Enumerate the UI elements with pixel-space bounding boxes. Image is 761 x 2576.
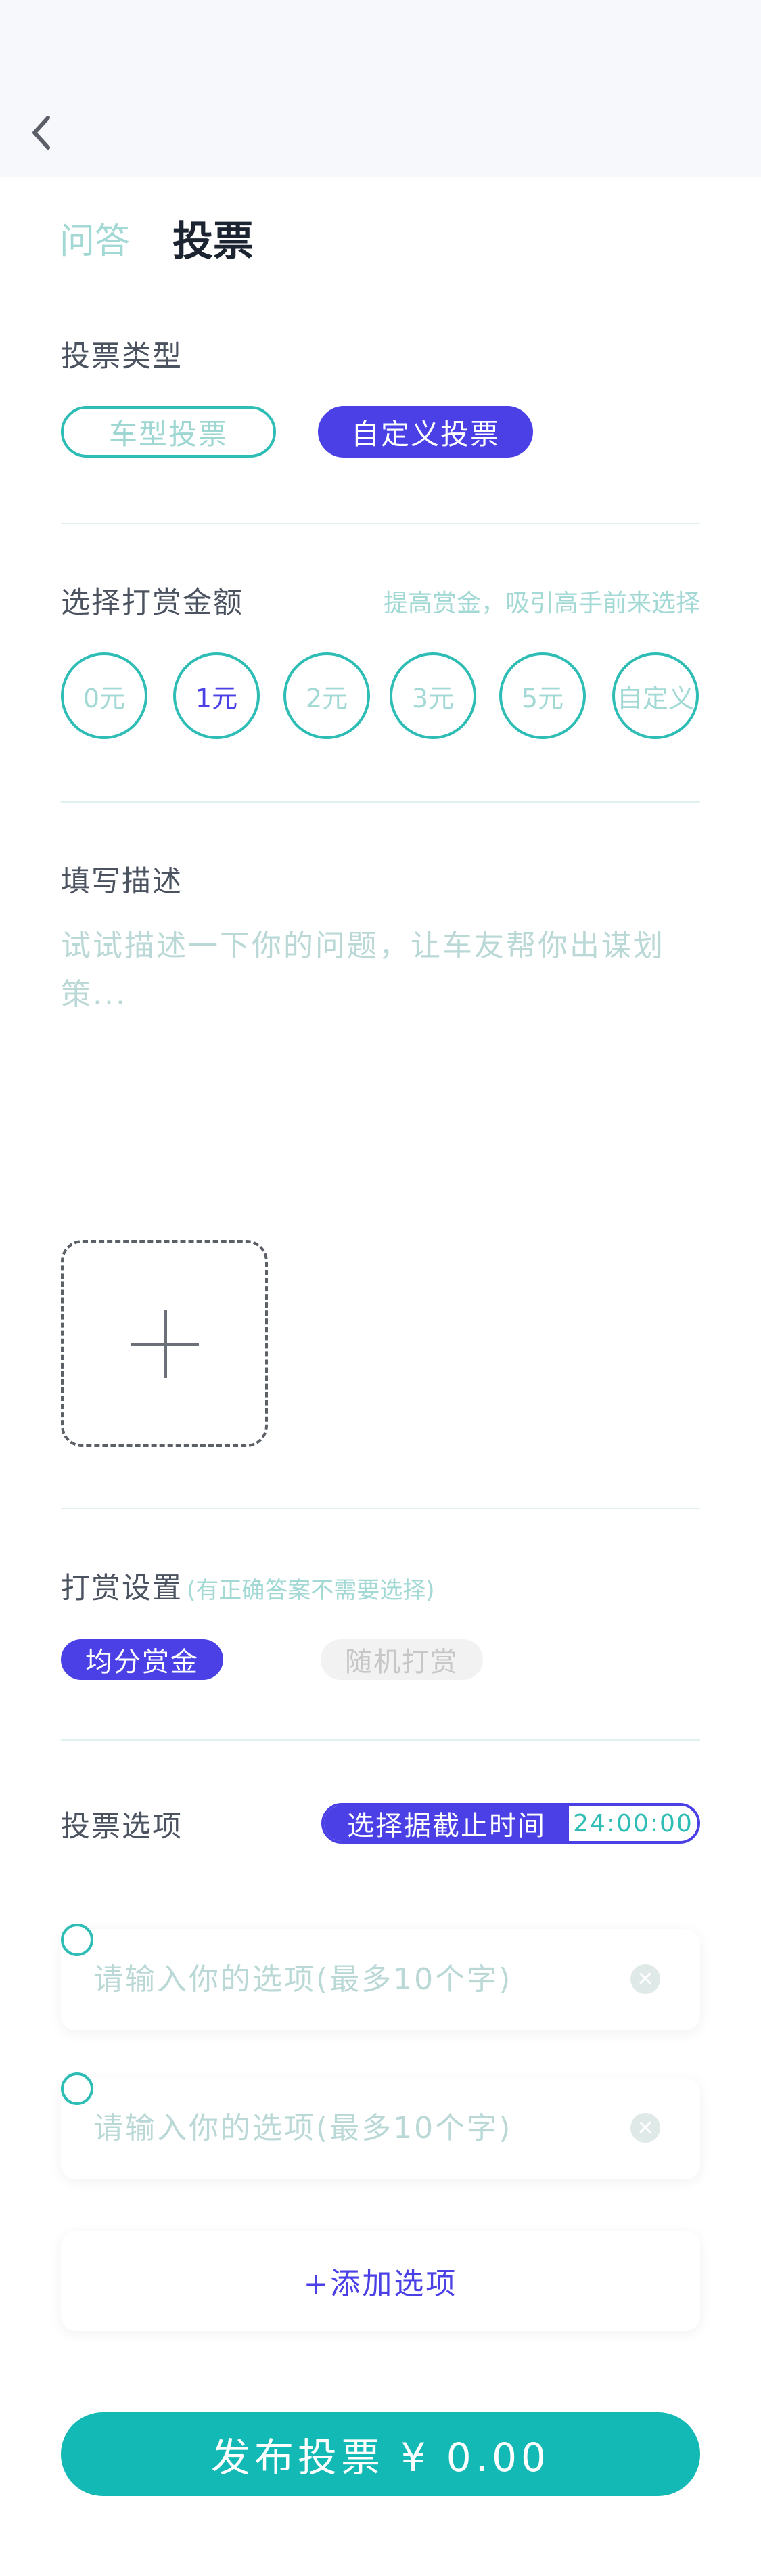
amount-option-custom[interactable]: 自定义 [612,652,699,739]
vote-options-title: 投票选项 [61,1810,183,1844]
add-option-button[interactable]: +添加选项 [61,2231,700,2331]
top-bar [0,0,761,177]
publish-vote-button[interactable]: 发布投票 ¥ 0.00 [61,2412,700,2496]
reward-amount-title: 选择打赏金额 [61,586,244,620]
tab-qa[interactable]: 问答 [60,218,130,265]
description-textarea[interactable]: 试试描述一下你的问题，让车友帮你出谋划策... [61,922,700,1179]
deadline-time: 24:00:00 [569,1806,697,1841]
amount-option-2[interactable]: 2元 [283,652,370,739]
divider [61,1508,700,1509]
vote-option-radio[interactable] [61,1924,93,1956]
vote-option-item: 请输入你的选项(最多10个字) ✕ [61,2078,700,2179]
vote-option-radio[interactable] [61,2072,93,2105]
reward-settings-title: 打赏设置 [61,1572,183,1605]
amount-option-5[interactable]: 5元 [499,652,586,739]
vote-option-input[interactable]: 请输入你的选项(最多10个字) [93,2078,512,2179]
deadline-selector[interactable]: 选择据截止时间 24:00:00 [321,1803,700,1844]
reward-split-evenly-button[interactable]: 均分赏金 [61,1639,223,1680]
amount-option-1[interactable]: 1元 [173,652,260,739]
divider [61,523,700,524]
back-button[interactable] [26,114,55,152]
vote-option-input[interactable]: 请输入你的选项(最多10个字) [93,1929,512,2030]
chevron-left-icon [32,116,50,150]
clear-icon[interactable]: ✕ [630,2113,660,2143]
description-title: 填写描述 [61,865,183,899]
deadline-label: 选择据截止时间 [324,1806,569,1841]
tab-vote[interactable]: 投票 [172,218,254,265]
reward-settings-note: (有正确答案不需要选择) [187,1577,435,1604]
reward-random-button[interactable]: 随机打赏 [321,1639,483,1680]
vote-type-custom-button[interactable]: 自定义投票 [318,406,533,458]
vote-type-car-model-button[interactable]: 车型投票 [61,406,276,458]
image-upload-button[interactable] [61,1240,268,1447]
reward-amount-hint: 提高赏金，吸引高手前来选择 [383,590,700,617]
vote-option-item: 请输入你的选项(最多10个字) ✕ [61,1929,700,2030]
clear-icon[interactable]: ✕ [630,1964,660,1994]
vote-type-title: 投票类型 [61,340,183,374]
amount-option-3[interactable]: 3元 [390,652,476,739]
amount-option-0[interactable]: 0元 [61,652,147,739]
divider [61,801,700,803]
divider [61,1739,700,1741]
reward-settings-header: 打赏设置 (有正确答案不需要选择) [61,1565,435,1607]
